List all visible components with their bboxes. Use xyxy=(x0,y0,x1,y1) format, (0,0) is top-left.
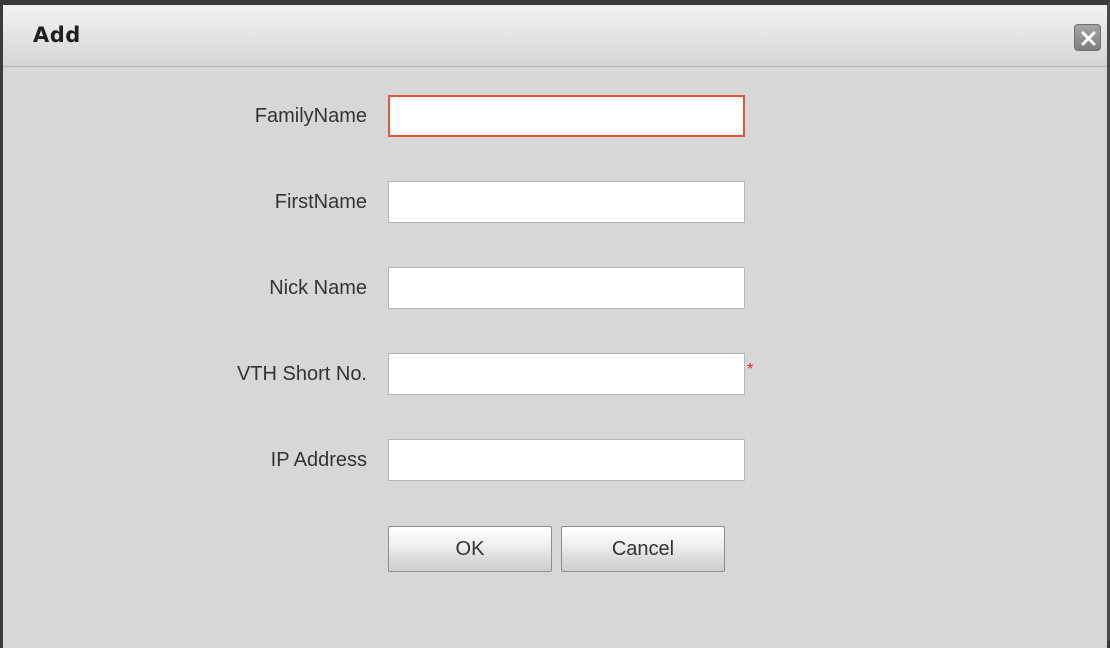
ip-address-row: IP Address xyxy=(3,439,1107,483)
first-name-input[interactable] xyxy=(388,181,745,223)
required-mark: * xyxy=(747,361,754,378)
vth-short-no-row: VTH Short No. * xyxy=(3,353,1107,397)
cancel-button[interactable]: Cancel xyxy=(561,526,725,572)
dialog-titlebar[interactable]: Add xyxy=(3,5,1107,67)
vth-short-no-label: VTH Short No. xyxy=(236,363,367,385)
close-icon xyxy=(1081,31,1096,46)
close-button[interactable] xyxy=(1074,24,1101,51)
dialog-title: Add xyxy=(33,23,81,47)
family-name-label: FamilyName xyxy=(254,105,367,127)
nick-name-input[interactable] xyxy=(388,267,745,309)
ip-address-input[interactable] xyxy=(388,439,745,481)
family-name-row: FamilyName xyxy=(3,95,1107,139)
family-name-input[interactable] xyxy=(388,95,745,137)
dialog-body: FamilyName FirstName Nick Name VTH Short… xyxy=(3,68,1107,648)
nick-name-label: Nick Name xyxy=(269,277,367,299)
nick-name-row: Nick Name xyxy=(3,267,1107,311)
vth-short-no-input[interactable] xyxy=(388,353,745,395)
first-name-label: FirstName xyxy=(274,191,367,213)
first-name-row: FirstName xyxy=(3,181,1107,225)
ok-button[interactable]: OK xyxy=(388,526,552,572)
add-dialog: Add FamilyName FirstName Nick Name VTH S… xyxy=(0,0,1110,648)
ip-address-label: IP Address xyxy=(270,449,367,471)
